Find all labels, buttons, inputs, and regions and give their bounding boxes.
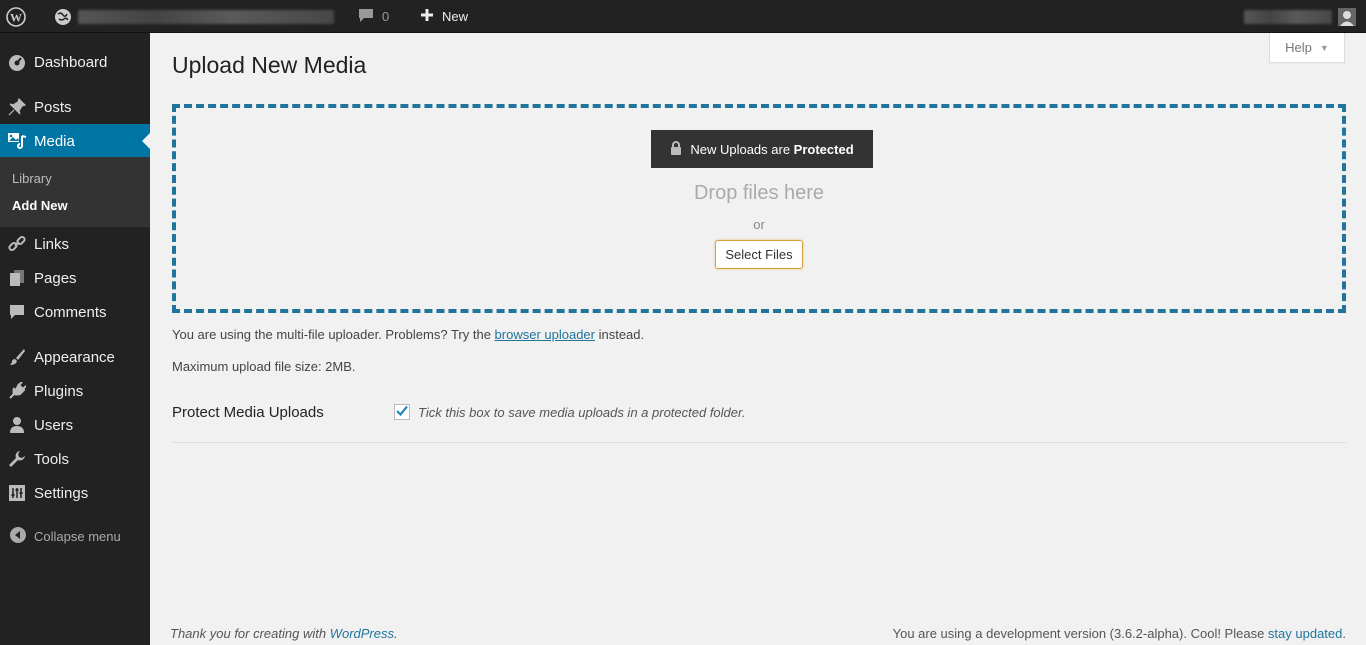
- menu-label: Links: [34, 235, 70, 253]
- divider: [172, 442, 1346, 443]
- menu-users[interactable]: Users: [0, 408, 150, 442]
- admin-bar-account[interactable]: [1244, 0, 1334, 33]
- wrench-icon: [0, 450, 34, 468]
- chevron-down-icon: ▼: [1319, 42, 1329, 53]
- menu-plugins[interactable]: Plugins: [0, 374, 150, 408]
- menu-label: Media: [34, 132, 75, 150]
- comment-bubble-icon: [358, 8, 374, 26]
- comment-bubble-icon: [0, 303, 34, 321]
- menu-label: Tools: [34, 450, 70, 468]
- drop-files-text: Drop files here: [693, 182, 825, 204]
- protect-uploads-label: Protect Media Uploads: [172, 404, 324, 421]
- menu-label: Users: [34, 416, 74, 434]
- menu-label: Dashboard: [34, 53, 108, 71]
- plus-icon: [420, 8, 434, 25]
- menu-settings[interactable]: Settings: [0, 476, 150, 510]
- svg-text:W: W: [10, 10, 22, 24]
- menu-comments[interactable]: Comments: [0, 295, 150, 329]
- menu-label: Pages: [34, 269, 77, 287]
- wordpress-logo-icon[interactable]: W: [6, 0, 30, 33]
- media-icon: [0, 132, 34, 150]
- menu-tools[interactable]: Tools: [0, 442, 150, 476]
- menu-label: Comments: [34, 303, 107, 321]
- stay-updated-link[interactable]: stay updated: [1268, 626, 1342, 641]
- menu-pages[interactable]: Pages: [0, 261, 150, 295]
- uploader-info: You are using the multi-file uploader. P…: [172, 327, 644, 342]
- uploader-info-before: You are using the multi-file uploader. P…: [172, 327, 495, 342]
- protected-label: New Uploads are Protected: [690, 142, 853, 157]
- max-upload-size: Maximum upload file size: 2MB.: [172, 359, 356, 374]
- submenu-add-new[interactable]: Add New: [12, 198, 68, 213]
- page-title: Upload New Media: [172, 52, 367, 78]
- help-label: Help: [1285, 40, 1312, 55]
- menu-label: Settings: [34, 484, 89, 502]
- footer-thanks-text: Thank you for creating with: [170, 626, 330, 641]
- menu-label: Posts: [34, 98, 72, 116]
- pages-icon: [0, 269, 34, 287]
- link-icon: [0, 235, 34, 253]
- footer-version-end: .: [1342, 626, 1346, 641]
- collapse-arrow-icon: [10, 527, 26, 546]
- protect-uploads-checkbox[interactable]: [394, 404, 410, 420]
- paintbrush-icon: [0, 348, 34, 366]
- footer-version-text: You are using a development version (3.6…: [892, 626, 1268, 641]
- avatar[interactable]: [1338, 0, 1356, 33]
- admin-bar: W 0 New: [0, 0, 1366, 33]
- plug-icon: [0, 382, 34, 400]
- footer-thanks: Thank you for creating with WordPress.: [170, 626, 398, 641]
- menu-appearance[interactable]: Appearance: [0, 340, 150, 374]
- collapse-label: Collapse menu: [34, 529, 121, 544]
- footer-version: You are using a development version (3.6…: [893, 626, 1346, 641]
- new-label: New: [442, 9, 469, 24]
- admin-sidebar: Dashboard Posts Media Library Add New Li…: [0, 33, 150, 645]
- menu-label: Plugins: [34, 382, 84, 400]
- select-files-button[interactable]: Select Files: [715, 240, 803, 269]
- protected-prefix: New Uploads are: [690, 141, 794, 157]
- menu-posts[interactable]: Posts: [0, 90, 150, 124]
- menu-dashboard[interactable]: Dashboard: [0, 45, 150, 79]
- user-icon: [0, 416, 34, 434]
- protected-bold: Protected: [793, 141, 854, 157]
- checkmark-icon: [396, 403, 408, 421]
- lock-icon: [670, 140, 682, 158]
- uploader-info-after: instead.: [594, 327, 645, 342]
- dashboard-icon: [0, 53, 34, 71]
- submenu-library[interactable]: Library: [12, 171, 52, 186]
- help-tab-button[interactable]: Help ▼: [1269, 33, 1345, 63]
- or-text: or: [753, 217, 765, 232]
- settings-icon: [0, 484, 34, 502]
- pin-icon: [0, 98, 34, 116]
- media-submenu: Library Add New: [0, 157, 150, 227]
- footer-thanks-end: .: [394, 626, 398, 641]
- comments-count: 0: [382, 9, 390, 24]
- menu-links[interactable]: Links: [0, 227, 150, 261]
- admin-bar-new[interactable]: New: [420, 0, 468, 33]
- site-name-link[interactable]: [78, 0, 336, 33]
- menu-label: Appearance: [34, 348, 115, 366]
- menu-media[interactable]: Media: [0, 124, 150, 158]
- collapse-menu-button[interactable]: Collapse menu: [10, 527, 121, 546]
- wordpress-link[interactable]: WordPress: [330, 626, 394, 641]
- protected-uploads-badge: New Uploads are Protected: [651, 130, 873, 168]
- protect-uploads-description: Tick this box to save media uploads in a…: [418, 405, 746, 420]
- admin-bar-comments[interactable]: 0: [358, 0, 389, 33]
- browser-uploader-link[interactable]: browser uploader: [495, 327, 595, 342]
- globe-icon[interactable]: [54, 0, 74, 33]
